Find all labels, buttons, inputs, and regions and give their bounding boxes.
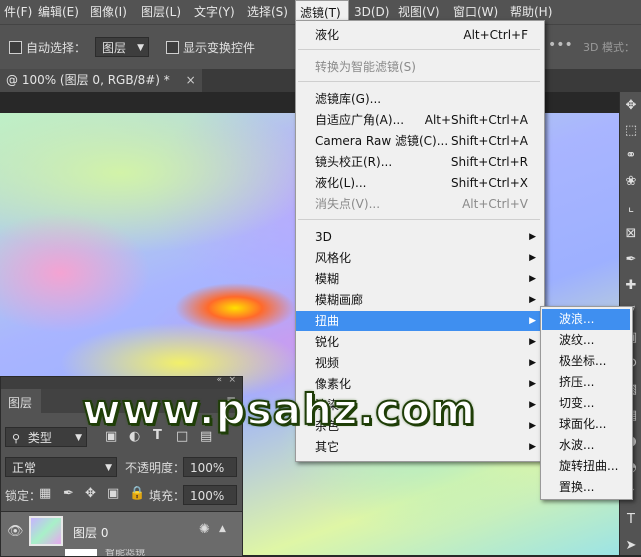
- move-tool-icon[interactable]: ✥: [623, 98, 639, 114]
- lock-transparent-icon[interactable]: ▦: [39, 486, 51, 501]
- menu-item-filter-gallery[interactable]: 滤镜库(G)...: [296, 89, 542, 109]
- blend-mode-value: 正常: [12, 461, 37, 475]
- submenu-arrow-icon: ▶: [529, 295, 536, 305]
- fill-field[interactable]: 100%: [183, 485, 237, 505]
- layer-filter-value: 类型: [27, 431, 52, 445]
- menu-item-liquify[interactable]: 液化(L)... Shift+Ctrl+X: [296, 173, 542, 193]
- lock-artboard-icon[interactable]: ▣: [107, 486, 119, 501]
- tab-layers[interactable]: 图层: [1, 389, 42, 413]
- submenu-arrow-icon: ▶: [529, 337, 536, 347]
- submenu-item-wave[interactable]: 波浪...: [542, 309, 630, 330]
- submenu-item-spherize[interactable]: 球面化...: [542, 414, 630, 435]
- search-icon: ⚲: [12, 432, 21, 445]
- menu-type[interactable]: 文字(Y): [190, 0, 239, 24]
- chevron-down-icon: ▼: [105, 463, 112, 473]
- opacity-value: 100%: [190, 461, 225, 475]
- close-icon[interactable]: ×: [186, 73, 196, 87]
- 3d-mode-label: 3D 模式：: [583, 41, 635, 54]
- collapse-icon[interactable]: «: [216, 375, 222, 385]
- lock-pixels-icon[interactable]: ✒: [63, 486, 74, 501]
- menu-item-blur[interactable]: 模糊 ▶: [296, 269, 542, 289]
- menu-item-video[interactable]: 视频 ▶: [296, 353, 542, 373]
- submenu-arrow-icon: ▶: [529, 400, 536, 410]
- lock-label: 锁定：: [5, 489, 42, 503]
- menu-edit[interactable]: 编辑(E): [34, 0, 83, 24]
- document-tab[interactable]: @ 100% (图层 0, RGB/8#) * ×: [0, 69, 202, 92]
- quick-select-tool-icon[interactable]: ❀: [623, 174, 639, 190]
- submenu-arrow-icon: ▶: [529, 274, 536, 284]
- menu-select[interactable]: 选择(S): [243, 0, 292, 24]
- lock-all-icon[interactable]: 🔒: [129, 486, 145, 501]
- menu-separator: [298, 81, 540, 82]
- menu-item-3d[interactable]: 3D ▶: [296, 227, 542, 247]
- show-transform-label: 显示变换控件: [183, 41, 256, 55]
- menu-layer[interactable]: 图层(L): [137, 0, 185, 24]
- chevron-up-icon[interactable]: ▲: [219, 524, 226, 534]
- document-tab-title: @ 100% (图层 0, RGB/8#) *: [6, 73, 170, 87]
- menu-item-sharpen[interactable]: 锐化 ▶: [296, 332, 542, 352]
- tab-layers-label: 图层: [8, 396, 33, 410]
- menu-item-vanishing-point[interactable]: 消失点(V)... Alt+Ctrl+V: [296, 194, 542, 214]
- submenu-arrow-icon: ▶: [529, 442, 536, 452]
- opacity-field[interactable]: 100%: [183, 457, 237, 477]
- submenu-item-pinch[interactable]: 挤压...: [542, 372, 630, 393]
- eyedropper-tool-icon[interactable]: ✒: [623, 252, 639, 268]
- submenu-item-twirl[interactable]: 旋转扭曲...: [542, 456, 630, 477]
- menu-item-convert-smart-filter[interactable]: 转换为智能滤镜(S): [296, 57, 542, 77]
- healing-brush-tool-icon[interactable]: ✚: [623, 278, 639, 294]
- chevron-down-icon: ▼: [137, 43, 144, 53]
- fill-value: 100%: [190, 489, 225, 503]
- menu-file[interactable]: 件(F): [0, 0, 36, 24]
- submenu-arrow-icon: ▶: [529, 232, 536, 242]
- chevron-down-icon: ▼: [75, 433, 82, 443]
- layer-filter-combo[interactable]: ⚲ 类型 ▼: [5, 427, 87, 447]
- layer-select-value: 图层: [102, 41, 127, 55]
- menu-item-adaptive-wide-angle[interactable]: 自适应广角(A)... Alt+Shift+Ctrl+A: [296, 110, 542, 130]
- layer-name: 图层 0: [73, 526, 109, 540]
- fill-label: 填充：: [149, 489, 186, 503]
- visibility-eye-icon[interactable]: 👁: [7, 524, 24, 539]
- opacity-label: 不透明度：: [125, 461, 186, 475]
- lock-position-icon[interactable]: ✥: [85, 486, 96, 501]
- submenu-item-zigzag[interactable]: 水波...: [542, 435, 630, 456]
- lasso-tool-icon[interactable]: ⚭: [623, 148, 639, 164]
- submenu-arrow-icon: ▶: [529, 421, 536, 431]
- submenu-arrow-icon: ▶: [529, 379, 536, 389]
- blend-mode-combo[interactable]: 正常 ▼: [5, 457, 117, 477]
- menu-item-blur-gallery[interactable]: 模糊画廊 ▶: [296, 290, 542, 310]
- menu-separator: [298, 49, 540, 50]
- marquee-tool-icon[interactable]: ⬚: [623, 123, 639, 139]
- menu-item-liquify-last[interactable]: 液化 Alt+Ctrl+F: [296, 25, 542, 45]
- more-options-icon[interactable]: •••: [548, 37, 573, 53]
- layer-thumbnail: [29, 516, 63, 546]
- menu-item-distort[interactable]: 扭曲 ▶: [296, 311, 542, 331]
- menu-item-stylize[interactable]: 风格化 ▶: [296, 248, 542, 268]
- close-icon[interactable]: ×: [228, 375, 236, 385]
- submenu-arrow-icon: ▶: [529, 316, 536, 326]
- auto-select-label: 自动选择：: [26, 41, 87, 55]
- auto-select-checkbox[interactable]: [9, 41, 22, 54]
- submenu-item-polar-coordinates[interactable]: 极坐标...: [542, 351, 630, 372]
- menu-item-other[interactable]: 其它 ▶: [296, 437, 542, 457]
- submenu-arrow-icon: ▶: [529, 253, 536, 263]
- submenu-item-shear[interactable]: 切变...: [542, 393, 630, 414]
- menu-image[interactable]: 图像(I): [86, 0, 131, 24]
- menu-item-camera-raw[interactable]: Camera Raw 滤镜(C)... Shift+Ctrl+A: [296, 131, 542, 151]
- text-tool-icon[interactable]: T: [623, 512, 639, 528]
- submenu-arrow-icon: ▶: [529, 358, 536, 368]
- distort-submenu: 波浪... 波纹... 极坐标... 挤压... 切变... 球面化... 水波…: [540, 306, 633, 500]
- layer-select-combo[interactable]: 图层 ▼: [95, 37, 149, 57]
- submenu-item-ripple[interactable]: 波纹...: [542, 330, 630, 351]
- submenu-item-displace[interactable]: 置换...: [542, 477, 630, 498]
- menu-item-lens-correction[interactable]: 镜头校正(R)... Shift+Ctrl+R: [296, 152, 542, 172]
- frame-tool-icon[interactable]: ⊠: [623, 226, 639, 242]
- smart-object-icon: ✺: [199, 522, 210, 537]
- watermark: www.psahz.com: [81, 384, 476, 435]
- show-transform-checkbox[interactable]: [166, 41, 179, 54]
- crop-tool-icon[interactable]: ⌞: [623, 200, 639, 216]
- menu-separator: [298, 219, 540, 220]
- path-select-tool-icon[interactable]: ➤: [623, 538, 639, 554]
